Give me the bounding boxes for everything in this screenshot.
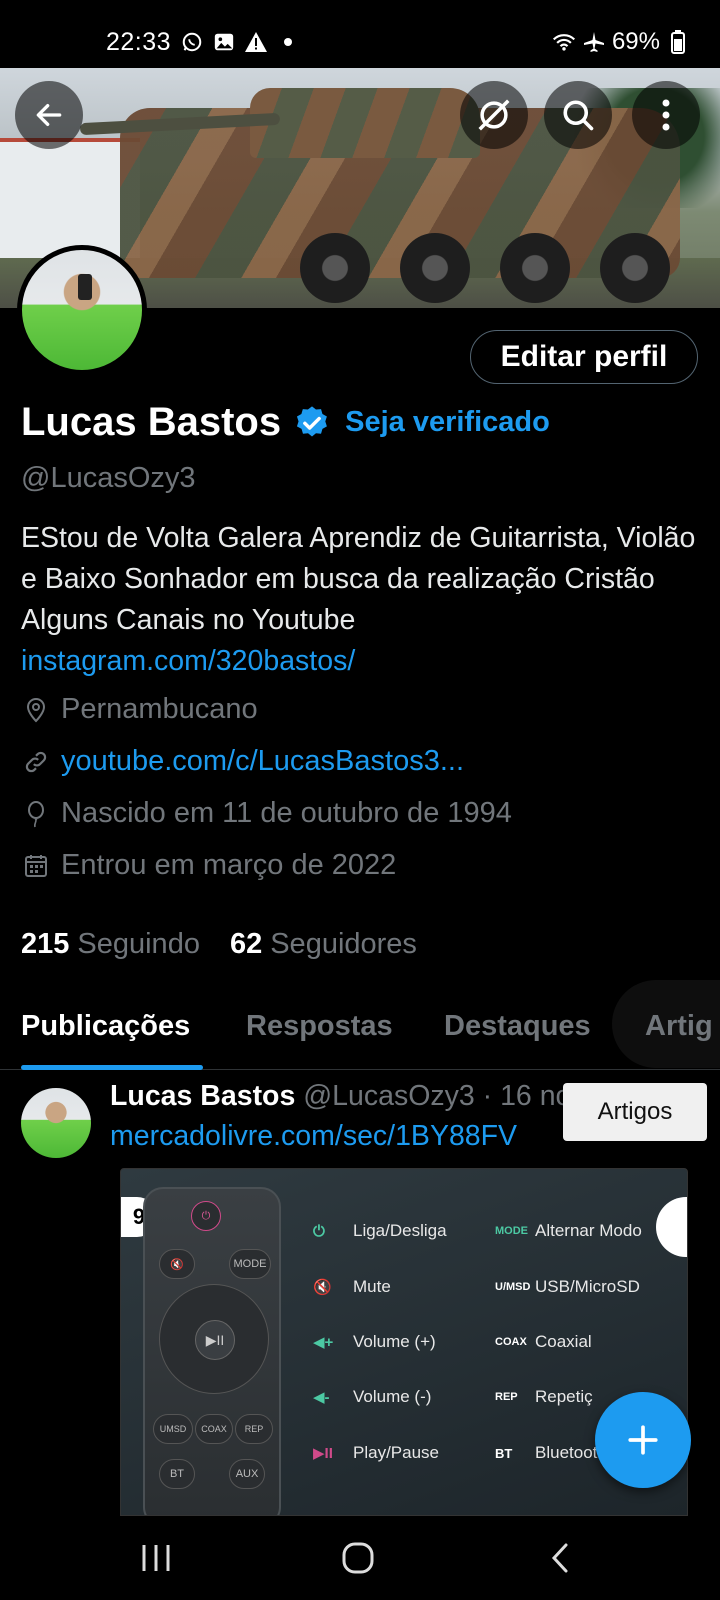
battery-icon	[666, 30, 690, 54]
birth-row: Nascido em 11 de outubro de 1994	[21, 797, 512, 830]
banner-wheel	[500, 233, 570, 303]
battery-percent: 69%	[611, 28, 660, 55]
calendar-icon	[21, 851, 51, 881]
post-header: Lucas Bastos @LucasOzy3 · 16 nov 24	[110, 1080, 625, 1113]
website-row: youtube.com/c/LucasBastos3...	[21, 745, 464, 778]
home-button[interactable]	[328, 1538, 388, 1578]
edit-profile-button[interactable]: Editar perfil	[470, 330, 698, 384]
legend-item: REP Repetiç	[495, 1387, 593, 1406]
banner-wheel	[300, 233, 370, 303]
mute-icon: 🔇	[159, 1249, 195, 1279]
more-options-button[interactable]	[632, 81, 700, 149]
legend-item: MODE Alternar Modo	[495, 1221, 642, 1240]
avatar-phone	[78, 274, 92, 300]
profile-bio: EStou de Volta Galera Aprendiz de Guitar…	[21, 518, 701, 682]
remote-mode-button: MODE	[229, 1249, 271, 1279]
search-icon	[563, 100, 594, 131]
legend-item: ◀- Volume (-)	[313, 1387, 432, 1406]
followers-label: Seguidores	[270, 928, 417, 960]
post-author[interactable]: Lucas Bastos	[110, 1080, 295, 1112]
remote-bt-button: BT	[159, 1459, 195, 1489]
profile-avatar[interactable]	[17, 245, 147, 375]
website-link[interactable]: youtube.com/c/LucasBastos3...	[61, 745, 464, 778]
more-vertical-icon	[662, 99, 670, 131]
location-row: Pernambucano	[21, 693, 258, 726]
status-bar: 22:33 69%	[0, 0, 720, 68]
wifi-icon	[552, 30, 576, 54]
legend-item: ▶II Play/Pause	[313, 1443, 439, 1462]
birth-text: Nascido em 11 de outubro de 1994	[61, 797, 512, 829]
get-verified-link[interactable]: Seja verificado	[345, 406, 550, 439]
banner-wheel	[600, 233, 670, 303]
bio-text: EStou de Volta Galera Aprendiz de Guitar…	[21, 522, 696, 636]
joined-text: Entrou em março de 2022	[61, 849, 397, 881]
notification-icons	[180, 30, 300, 54]
post-avatar[interactable]	[21, 1088, 91, 1158]
balloon-icon	[21, 799, 51, 829]
tab-tooltip: Artigos	[563, 1083, 707, 1141]
verified-badge-icon[interactable]	[293, 404, 331, 442]
location-pin-icon	[21, 695, 51, 725]
banner-vehicle-turret	[250, 88, 480, 158]
home-icon	[342, 1542, 374, 1574]
nav-back-button[interactable]	[530, 1538, 590, 1578]
legend-item: U/MSD USB/MicroSD	[495, 1277, 640, 1296]
gallery-icon	[212, 30, 236, 54]
back-button[interactable]	[15, 81, 83, 149]
legend-item: 🔇 Mute	[313, 1277, 391, 1296]
profile-tabs: Publicações Respostas Destaques Artig	[0, 980, 720, 1070]
tab-respostas[interactable]: Respostas	[246, 1010, 393, 1043]
search-button[interactable]	[544, 81, 612, 149]
tab-destaques[interactable]: Destaques	[444, 1010, 591, 1043]
follow-stats: 215 Seguindo 62 Seguidores	[21, 928, 417, 961]
legend-item: ⏻ Liga/Desliga	[313, 1221, 447, 1240]
legend-item: ◀+ Volume (+)	[313, 1332, 436, 1351]
dot-icon	[276, 30, 300, 54]
tab-artigos[interactable]: Artig	[645, 1010, 713, 1043]
media-overlay-circle	[656, 1197, 687, 1257]
recent-apps-icon	[142, 1545, 170, 1571]
post-link[interactable]: mercadolivre.com/sec/1BY88FV	[110, 1120, 517, 1153]
joined-row: Entrou em março de 2022	[21, 849, 396, 882]
remote-umsd-button: UMSD	[153, 1414, 193, 1444]
remote-coax-button: COAX	[195, 1414, 233, 1444]
location-text: Pernambucano	[61, 693, 258, 725]
following-count: 215	[21, 928, 70, 960]
back-icon	[551, 1543, 568, 1573]
whatsapp-icon	[180, 30, 204, 54]
active-tab-indicator	[21, 1065, 203, 1070]
grok-button[interactable]	[460, 81, 528, 149]
link-icon	[21, 747, 51, 777]
remote-control-illustration: ⏻ 🔇 MODE ▶II UMSD COAX REP BT AUX	[143, 1187, 281, 1515]
status-time: 22:33	[106, 28, 172, 56]
plus-icon	[628, 1425, 658, 1455]
play-pause-icon: ▶II	[195, 1320, 235, 1360]
remote-aux-button: AUX	[229, 1459, 265, 1489]
back-arrow-icon	[36, 104, 62, 126]
followers-count: 62	[229, 928, 263, 960]
profile-handle: @LucasOzy3	[21, 462, 196, 494]
warning-icon	[244, 30, 268, 54]
grok-slash-icon	[478, 99, 510, 131]
recent-apps-button[interactable]	[126, 1538, 186, 1578]
tab-publicacoes[interactable]: Publicações	[21, 1010, 190, 1043]
following-link[interactable]: 215 Seguindo	[21, 928, 200, 961]
compose-fab[interactable]	[595, 1392, 691, 1488]
bio-instagram-link[interactable]: instagram.com/320bastos/	[21, 641, 701, 682]
power-icon: ⏻	[191, 1201, 221, 1231]
legend-item: COAX Coaxial	[495, 1332, 592, 1351]
remote-rep-button: REP	[235, 1414, 273, 1444]
system-icons: 69%	[552, 28, 690, 56]
followers-link[interactable]: 62 Seguidores	[230, 928, 417, 961]
airplane-icon	[582, 30, 606, 54]
name-row: Lucas Bastos Seja verificado	[21, 400, 550, 445]
system-nav-bar	[0, 1516, 720, 1600]
legend-item: BT Bluetooth	[495, 1443, 607, 1462]
remote-dpad: ▶II	[159, 1284, 269, 1394]
following-label: Seguindo	[77, 928, 200, 960]
display-name: Lucas Bastos	[21, 400, 282, 444]
banner-wheel	[400, 233, 470, 303]
